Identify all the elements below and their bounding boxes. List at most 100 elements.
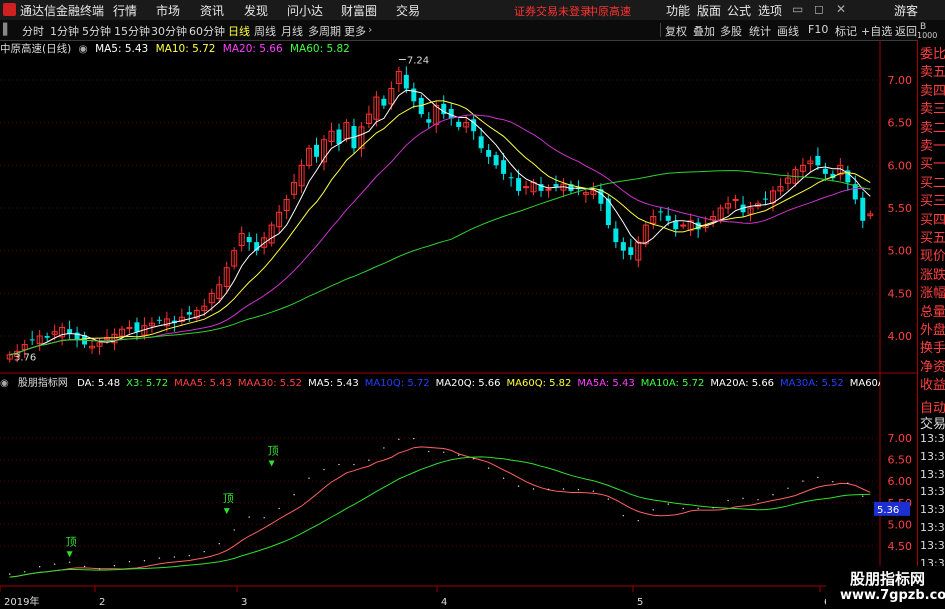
indicator-dot [622, 514, 625, 517]
indicator-dot [472, 458, 475, 460]
quote-label: 外盘 [920, 323, 945, 338]
guest-label[interactable]: 游客 [894, 2, 918, 19]
menu-function[interactable]: 功能 [666, 2, 690, 19]
high-price-label: 7.24 [407, 56, 429, 67]
candle-body [516, 178, 522, 191]
trade-time: 13:36 [920, 521, 945, 534]
indicator-dot [98, 568, 101, 570]
trade-label[interactable]: 交易 [920, 413, 945, 432]
menu-layout[interactable]: 版面 [697, 2, 721, 19]
menu-discover[interactable]: 发现 [244, 2, 268, 19]
main-price-plot: 7.24 3.76 [6, 56, 874, 363]
date-axis-label: 3 [241, 597, 247, 608]
indicator-dot [607, 498, 610, 500]
candle-body [822, 168, 828, 174]
btn-draw[interactable]: 画线 [777, 23, 799, 39]
candle-body [456, 121, 462, 127]
minimize-icon[interactable]: ▭ [792, 2, 803, 16]
price-tick-label: 4.50 [888, 287, 913, 300]
top-signal-label: 顶 [223, 492, 234, 505]
period-5min[interactable]: 5分钟 [82, 23, 111, 39]
menu-trade[interactable]: 交易 [396, 2, 420, 19]
app-title: 通达信金融终端 [20, 4, 105, 18]
indicator-dot [577, 489, 580, 491]
period-1min[interactable]: 1分钟 [50, 23, 79, 39]
login-notice[interactable]: 证券交易未登录 [514, 3, 591, 19]
quote-label: 卖四 [920, 83, 945, 99]
indicator-dot [502, 477, 505, 479]
indicator-dot [383, 447, 385, 449]
candle-body [763, 198, 768, 200]
indicator-dot [24, 571, 26, 573]
top-signal-label: 顶 [66, 535, 77, 548]
indicator-value-label: X3: 5.72 [126, 378, 169, 388]
indicator-dot [847, 482, 849, 484]
date-axis-label: 2019年 [4, 595, 39, 608]
period-60min[interactable]: 60分钟 [189, 23, 225, 39]
indicator-dot [368, 459, 370, 461]
period-daily[interactable]: 日线 [228, 23, 250, 39]
btn-mark[interactable]: 标记 [835, 23, 857, 39]
indicator-dot [158, 557, 161, 559]
down-arrow-icon [66, 551, 73, 558]
candle-body [613, 228, 619, 243]
indicator-dot [68, 561, 71, 563]
candle-body [246, 237, 252, 243]
indicator-dot [263, 517, 265, 519]
menu-quotes[interactable]: 行情 [113, 2, 137, 19]
kline-chart[interactable]: 7.243.76 顶顶顶 7.006.506.005.505.004.504.0… [0, 40, 917, 609]
quote-label: 卖三 [920, 102, 945, 118]
candle-body [523, 186, 530, 189]
indicator-dot [398, 438, 400, 441]
btn-adjust[interactable]: 复权 [665, 23, 687, 39]
menu-bar: 通达信金融终端 行情 市场 资讯 发现 问小达 财富圈 交易 证券交易未登录 中… [0, 0, 945, 21]
restore-icon[interactable]: ◻ [814, 2, 824, 16]
period-30min[interactable]: 30分钟 [151, 23, 187, 39]
indicator-settings-icon[interactable]: ◉ [0, 378, 9, 388]
indicator-dot [113, 565, 116, 567]
menu-formula[interactable]: 公式 [727, 2, 751, 19]
btn-f10[interactable]: F10 [808, 23, 828, 36]
indicator-dot [817, 476, 819, 479]
indicator-value-label: MAA30: 5.52 [237, 378, 303, 388]
candle-body [553, 184, 559, 187]
btn-multistock[interactable]: 多股 [720, 23, 742, 39]
period-weekly[interactable]: 周线 [254, 23, 276, 39]
date-axis-label: 4 [441, 597, 447, 608]
candle-body [336, 129, 342, 144]
btn-back[interactable]: 返回 [895, 23, 917, 39]
trade-time: 13:36 [920, 503, 945, 517]
indicator-dot [38, 566, 41, 568]
candle-body [426, 119, 432, 123]
period-monthly[interactable]: 月线 [281, 23, 303, 39]
candle-body [665, 215, 671, 221]
period-more[interactable]: 更多 [344, 23, 366, 39]
btn-stats[interactable]: 统计 [749, 23, 771, 39]
btn-add-watchlist[interactable]: +自选 [861, 23, 892, 39]
period-timeshare[interactable]: 分时 [22, 23, 44, 39]
date-axis-label: 2 [99, 597, 105, 608]
chevron-right-icon[interactable]: › [368, 23, 372, 36]
menu-wealth[interactable]: 财富圈 [341, 2, 377, 19]
menu-options[interactable]: 选项 [758, 2, 782, 19]
indicator-plot: 顶顶顶 [9, 437, 871, 578]
close-icon[interactable]: ✕ [836, 2, 846, 16]
indicator-dot [338, 463, 340, 466]
indicator-value-label: MAA5: 5.43 [174, 378, 232, 388]
toolbar-menu-icon[interactable]: ▌ [3, 23, 11, 36]
price-tick-label: 7.00 [888, 74, 913, 87]
indicator-dot [458, 454, 460, 456]
menu-ask[interactable]: 问小达 [287, 2, 323, 19]
indicator-dot [517, 485, 520, 487]
period-15min[interactable]: 15分钟 [114, 23, 150, 39]
candle-body [29, 339, 35, 341]
period-multi[interactable]: 多周期 [308, 23, 341, 39]
btn-overlay[interactable]: 叠加 [693, 23, 715, 39]
indicator-dot [532, 488, 535, 490]
menu-news[interactable]: 资讯 [200, 2, 224, 19]
indicator-dot [802, 480, 804, 482]
candle-body [314, 144, 320, 157]
menu-market[interactable]: 市场 [156, 2, 180, 19]
candle-body [486, 149, 492, 157]
indicator-dot [832, 481, 834, 483]
